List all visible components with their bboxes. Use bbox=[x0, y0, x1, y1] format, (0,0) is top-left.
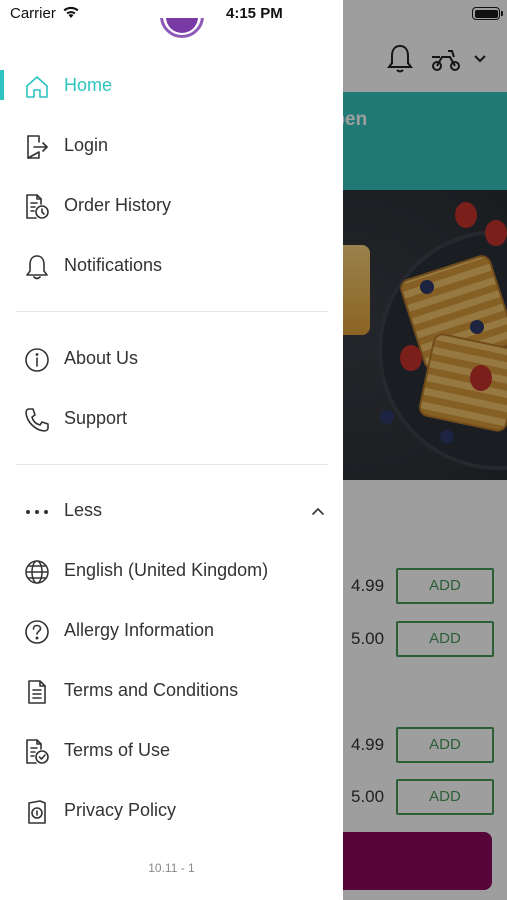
status-bar: Carrier 4:15 PM bbox=[0, 0, 507, 28]
drawer-item-label: About Us bbox=[64, 348, 139, 368]
drawer-item-label: Less bbox=[64, 500, 103, 520]
drawer-item-label: Terms of Use bbox=[64, 740, 171, 760]
drawer-item-privacy-policy[interactable]: Privacy Policy bbox=[0, 791, 343, 831]
phone-icon bbox=[23, 406, 51, 434]
app-version: 10.11 - 1 bbox=[148, 861, 195, 875]
home-icon bbox=[23, 73, 51, 101]
drawer-item-label: English (United Kingdom) bbox=[64, 560, 269, 580]
drawer-item-about-us[interactable]: About Us bbox=[0, 339, 343, 379]
section-divider bbox=[16, 464, 328, 465]
drawer-item-allergy-information[interactable]: Allergy Information bbox=[0, 611, 343, 651]
globe-icon bbox=[23, 558, 51, 586]
drawer-item-home[interactable]: Home bbox=[0, 66, 343, 106]
carrier-label: Carrier bbox=[10, 5, 56, 22]
drawer-item-language[interactable]: English (United Kingdom) bbox=[0, 551, 343, 591]
drawer-item-label: Terms and Conditions bbox=[64, 680, 239, 700]
drawer-item-label: Order History bbox=[64, 195, 172, 215]
drawer-item-label: Notifications bbox=[64, 255, 163, 275]
bell-icon bbox=[23, 253, 51, 281]
drawer-item-label: Home bbox=[64, 75, 113, 95]
question-icon bbox=[23, 618, 51, 646]
battery-icon bbox=[472, 7, 503, 20]
drawer-item-label: Support bbox=[64, 408, 128, 428]
order-history-icon bbox=[23, 193, 51, 221]
drawer-item-notifications[interactable]: Notifications bbox=[0, 246, 343, 286]
chevron-up-icon bbox=[312, 507, 324, 515]
wifi-icon bbox=[63, 6, 79, 18]
drawer-item-label: Allergy Information bbox=[64, 620, 215, 640]
drawer-item-terms-and-conditions[interactable]: Terms and Conditions bbox=[0, 671, 343, 711]
document-check-icon bbox=[23, 738, 51, 766]
drawer-item-order-history[interactable]: Order History bbox=[0, 186, 343, 226]
drawer-item-label: Login bbox=[64, 135, 109, 155]
info-icon bbox=[23, 346, 51, 374]
document-icon bbox=[23, 678, 51, 706]
drawer-item-login[interactable]: Login bbox=[0, 126, 343, 166]
privacy-icon bbox=[23, 798, 51, 826]
login-icon bbox=[23, 133, 51, 161]
drawer-item-label: Privacy Policy bbox=[64, 800, 177, 820]
navigation-drawer: Home Login Order History Notifications A… bbox=[0, 0, 343, 900]
drawer-item-less-toggle[interactable]: Less bbox=[0, 491, 343, 531]
drawer-item-terms-of-use[interactable]: Terms of Use bbox=[0, 731, 343, 771]
clock-time: 4:15 PM bbox=[226, 5, 283, 22]
drawer-item-support[interactable]: Support bbox=[0, 399, 343, 439]
more-dots-icon bbox=[23, 498, 51, 526]
section-divider bbox=[16, 311, 328, 312]
